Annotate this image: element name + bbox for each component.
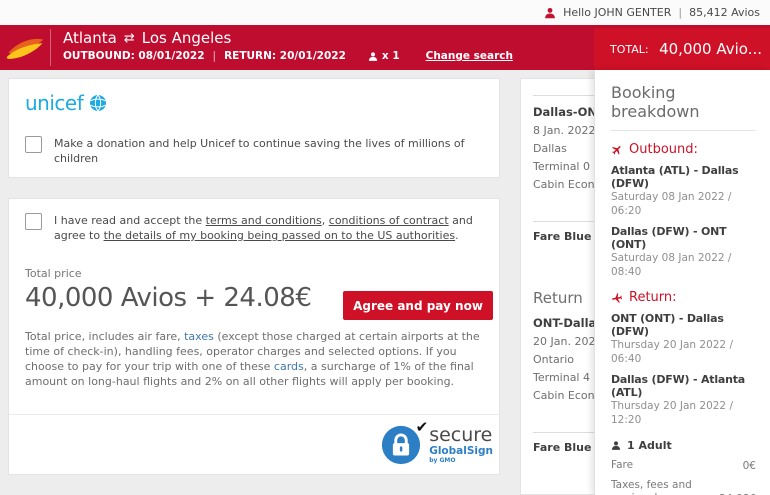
segment-route: ONT (ONT) - Dallas (DFW) bbox=[611, 312, 724, 338]
return-direction-label: Return: bbox=[629, 290, 677, 305]
segment-route: Dallas (DFW) - ONT (ONT) bbox=[611, 225, 727, 251]
bygmo-label: by GMO bbox=[429, 457, 456, 464]
breakdown-title: Booking breakdown bbox=[611, 83, 756, 131]
taxes-row: Taxes, fees and carrier charges 24.08€ bbox=[611, 479, 756, 495]
plane-outbound-icon bbox=[609, 141, 626, 158]
top-bar: Hello JOHN GENTER | 85,412 Avios bbox=[0, 0, 770, 25]
us-authorities-link[interactable]: the details of my booking being passed o… bbox=[104, 229, 456, 242]
terms-checkbox[interactable] bbox=[25, 213, 42, 230]
iberia-swoosh-icon bbox=[6, 38, 44, 59]
terms-suffix: . bbox=[455, 229, 459, 242]
globalsign-badge: ✔ secure GlobalSign by GMO bbox=[380, 418, 493, 466]
segment-datetime: Saturday 08 Jan 2022 / 06:20 bbox=[611, 191, 732, 217]
cards-link[interactable]: cards bbox=[274, 360, 304, 373]
swap-arrows-icon: ⇄ bbox=[123, 30, 135, 46]
passenger-type-label: 1 Adult bbox=[627, 439, 672, 452]
terms-mid1: , bbox=[321, 214, 329, 227]
segment-datetime: Thursday 20 Jan 2022 / 12:20 bbox=[611, 400, 733, 426]
user-icon bbox=[544, 7, 556, 19]
passenger-icon bbox=[368, 51, 378, 62]
total-summary-button[interactable]: TOTAL: 40,000 Avio... bbox=[594, 28, 770, 70]
segment-route: Atlanta (ATL) - Dallas (DFW) bbox=[611, 164, 739, 190]
header-divider bbox=[50, 29, 51, 66]
passenger-count-label: x 1 bbox=[381, 50, 400, 62]
conditions-of-contract-link[interactable]: conditions of contract bbox=[329, 214, 449, 227]
outbound-direction-label: Outbound: bbox=[629, 142, 698, 157]
fare-row-label: Fare bbox=[611, 459, 634, 471]
segment-route: Dallas (DFW) - Atlanta (ATL) bbox=[611, 373, 746, 399]
booking-breakdown-panel: Booking breakdown Outbound: Atlanta (ATL… bbox=[594, 70, 770, 495]
outbound-date: OUTBOUND: 08/01/2022 bbox=[63, 50, 205, 62]
outbound-direction: Outbound: bbox=[611, 142, 756, 157]
user-greeting: Hello JOHN GENTER bbox=[563, 6, 672, 19]
origin-city: Atlanta bbox=[63, 29, 117, 47]
secure-label: secure bbox=[429, 424, 493, 446]
globalsign-label: GlobalSign bbox=[429, 445, 493, 457]
destination-city: Los Angeles bbox=[141, 29, 232, 47]
secure-section: ✔ secure GlobalSign by GMO bbox=[9, 414, 499, 474]
unicef-donation-card: unicef Make a donation and help Unicef t… bbox=[8, 78, 500, 178]
return-direction: Return: bbox=[611, 290, 756, 305]
unicef-wordmark: unicef bbox=[25, 91, 84, 115]
adult-icon bbox=[611, 440, 621, 451]
route-summary: Atlanta ⇄ Los Angeles bbox=[63, 29, 513, 47]
topbar-separator: | bbox=[678, 6, 683, 19]
checkmark-icon: ✔ bbox=[415, 418, 429, 436]
terms-text: I have read and accept the terms and con… bbox=[54, 213, 483, 243]
fineprint-part1: Total price, includes air fare, bbox=[25, 330, 185, 343]
total-value: 40,000 Avio... bbox=[659, 40, 762, 58]
taxes-row-label: Taxes, fees and carrier charges bbox=[611, 479, 692, 495]
total-label: TOTAL: bbox=[610, 42, 649, 56]
payment-card: I have read and accept the terms and con… bbox=[8, 198, 500, 475]
plane-return-icon bbox=[610, 291, 624, 305]
flight-segment: Atlanta (ATL) - Dallas (DFW) Saturday 08… bbox=[611, 164, 756, 218]
fare-row: Fare 0€ bbox=[611, 459, 756, 472]
flight-segment: Dallas (DFW) - Atlanta (ATL) Thursday 20… bbox=[611, 373, 756, 427]
taxes-link[interactable]: taxes bbox=[184, 330, 214, 343]
terms-and-conditions-link[interactable]: terms and conditions bbox=[206, 214, 322, 227]
unicef-logo: unicef bbox=[25, 91, 483, 115]
donation-checkbox[interactable] bbox=[25, 136, 42, 153]
segment-datetime: Thursday 20 Jan 2022 / 06:40 bbox=[611, 339, 733, 365]
segment-datetime: Saturday 08 Jan 2022 / 08:40 bbox=[611, 252, 732, 278]
donation-label: Make a donation and help Unicef to conti… bbox=[54, 137, 465, 165]
return-date: RETURN: 20/01/2022 bbox=[224, 50, 346, 62]
terms-prefix: I have read and accept the bbox=[54, 214, 206, 227]
passenger-count: x 1 bbox=[368, 50, 400, 62]
flight-segment: ONT (ONT) - Dallas (DFW) Thursday 20 Jan… bbox=[611, 312, 756, 366]
flight-segment: Dallas (DFW) - ONT (ONT) Saturday 08 Jan… bbox=[611, 225, 756, 279]
unicef-globe-icon bbox=[90, 94, 107, 112]
padlock-icon: ✔ bbox=[380, 418, 428, 466]
price-fineprint: Total price, includes air fare, taxes (e… bbox=[25, 329, 490, 389]
date-separator: | bbox=[212, 50, 217, 62]
avios-balance: 85,412 Avios bbox=[689, 6, 760, 19]
change-search-link[interactable]: Change search bbox=[426, 50, 513, 62]
search-summary-header: Atlanta ⇄ Los Angeles OUTBOUND: 08/01/20… bbox=[0, 25, 770, 70]
passenger-type-row: 1 Adult bbox=[611, 439, 756, 452]
total-price-label: Total price bbox=[25, 267, 82, 280]
agree-and-pay-button[interactable]: Agree and pay now bbox=[343, 291, 493, 320]
airline-logo[interactable] bbox=[0, 25, 50, 70]
fare-row-value: 0€ bbox=[742, 460, 756, 472]
